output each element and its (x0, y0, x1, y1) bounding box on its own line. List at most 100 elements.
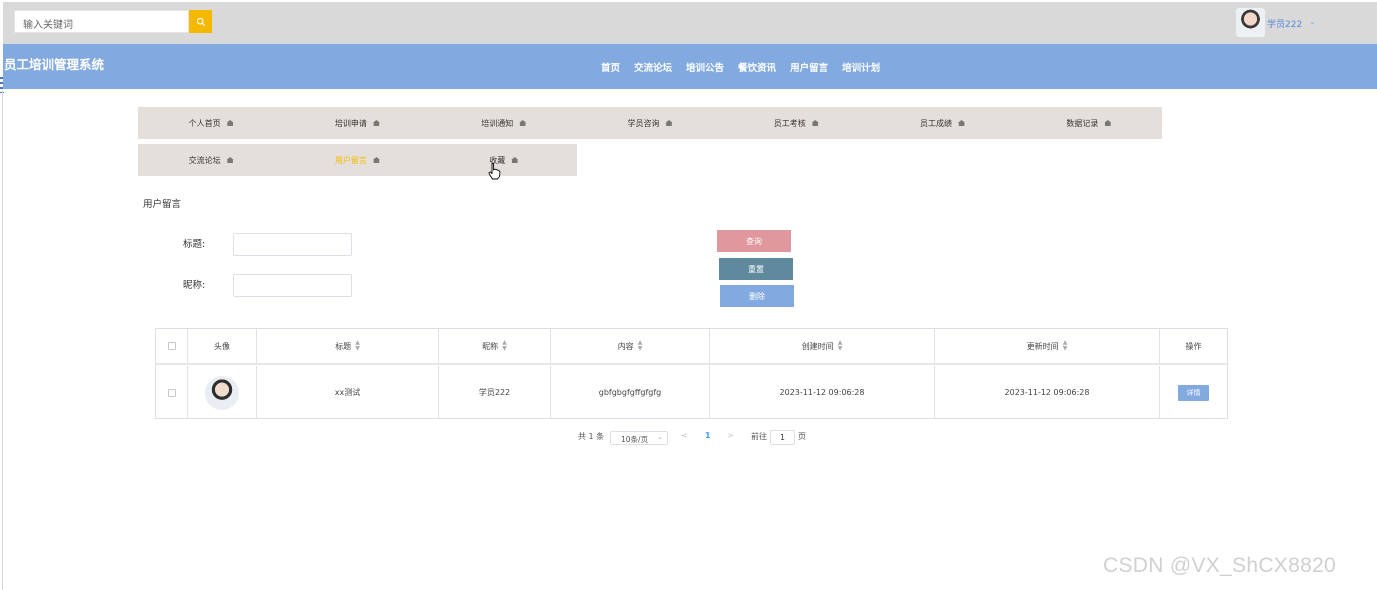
tab-user-messages[interactable]: 用户留言 (284, 144, 430, 176)
home-icon (226, 157, 234, 163)
chevron-down-icon[interactable]: ⌄ (1309, 17, 1316, 26)
row-avatar-cell (188, 366, 257, 419)
home-icon (958, 120, 966, 126)
nickname-label: 昵称: (183, 280, 206, 291)
home-icon (226, 120, 234, 126)
watermark: CSDN @VX_ShCX8820 (1103, 554, 1337, 577)
sort-icon[interactable]: ▲ ▼ (838, 340, 843, 352)
header-avatar: 头像 (188, 329, 257, 363)
nickname-input[interactable] (233, 274, 352, 297)
home-icon (1104, 120, 1112, 126)
tab-favorites[interactable]: 收藏 (431, 144, 577, 176)
nav-item-home[interactable]: 首页 (601, 60, 620, 74)
user-center-tabs-row2: 交流论坛 用户留言 收藏 (138, 144, 577, 176)
header-content[interactable]: 内容 ▲ ▼ (551, 329, 710, 363)
tab-label: 交流论坛 (188, 155, 221, 165)
header-label: 内容 (617, 341, 634, 351)
select-all-checkbox[interactable] (167, 342, 176, 350)
user-center-tabs-row1: 个人首页 培训申请 培训通知 学员咨询 员工考核 员工成绩 数据记录 (138, 107, 1162, 139)
tab-employee-scores[interactable]: 员工成绩 (869, 107, 1015, 139)
home-icon (372, 157, 380, 163)
header-nickname[interactable]: 昵称 ▲ ▼ (439, 329, 551, 363)
table-header-row: 头像 标题 ▲ ▼ 昵称 ▲ ▼ 内容 ▲ ▼ 创建时间 ▲ ▼ 更新时间 ▲ ▼ 操作 (156, 329, 1227, 365)
page-number-current[interactable]: 1 (705, 431, 711, 440)
header-select-cell (156, 329, 188, 363)
tab-forum[interactable]: 交流论坛 (138, 144, 284, 176)
row-select-cell (156, 366, 188, 419)
row-checkbox[interactable] (167, 388, 176, 397)
tab-training-notice[interactable]: 培训通知 (431, 107, 577, 139)
tab-student-inquiry[interactable]: 学员咨询 (577, 107, 723, 139)
header-title[interactable]: 标题 ▲ ▼ (257, 329, 439, 363)
query-button[interactable]: 查询 (717, 230, 791, 252)
row-title: xx测试 (257, 366, 439, 419)
search-icon (196, 17, 205, 26)
home-icon (665, 120, 673, 126)
header-updated-time[interactable]: 更新时间 ▲ ▼ (935, 329, 1160, 363)
avatar (205, 375, 239, 410)
tab-label: 员工成绩 (920, 118, 953, 128)
system-title: 员工培训管理系统 (4, 57, 105, 72)
user-name[interactable]: 学员222 (1267, 17, 1302, 30)
tab-label: 学员咨询 (627, 118, 660, 128)
goto-label: 前往 (751, 432, 767, 441)
page: 输入关键词 学员222 ⌄ 员工培训管理系统 首页 交流论坛 培训公告 餐饮资讯… (0, 0, 1377, 590)
search-input[interactable]: 输入关键词 (14, 10, 189, 33)
sort-icon[interactable]: ▲ ▼ (502, 340, 507, 352)
nav-menu: 首页 交流论坛 培训公告 餐饮资讯 用户留言 培训计划 (601, 60, 880, 74)
search-button[interactable] (189, 10, 212, 33)
nav-item-dining-news[interactable]: 餐饮资讯 (738, 60, 776, 74)
page-size-select[interactable]: 10条/页 ⌄ (610, 431, 668, 445)
row-updated-time: 2023-11-12 09:06:28 (935, 366, 1160, 419)
header-label: 更新时间 (1026, 341, 1059, 351)
goto-page-input[interactable]: 1 (770, 430, 795, 445)
page-size-value: 10条/页 (621, 435, 649, 444)
row-created-time: 2023-11-12 09:06:28 (710, 366, 935, 419)
user-avatar[interactable] (1236, 8, 1265, 37)
title-input[interactable] (233, 233, 352, 256)
left-edge-divider (0, 90, 3, 590)
tab-employee-assessment[interactable]: 员工考核 (723, 107, 869, 139)
row-content: gbfgbgfgffgfgfg (551, 366, 710, 419)
header-label: 头像 (214, 341, 230, 351)
row-nickname: 学员222 (439, 366, 551, 419)
hand-cursor-icon (488, 163, 501, 180)
tab-label: 培训通知 (481, 118, 514, 128)
chevron-down-icon: ⌄ (657, 433, 663, 441)
row-actions: 详情 (1160, 366, 1227, 419)
title-label: 标题: (183, 239, 206, 250)
header-created-time[interactable]: 创建时间 ▲ ▼ (710, 329, 935, 363)
header-label: 标题 (335, 341, 352, 351)
messages-table: 头像 标题 ▲ ▼ 昵称 ▲ ▼ 内容 ▲ ▼ 创建时间 ▲ ▼ 更新时间 ▲ ▼ 操作 xx测试 … (155, 328, 1228, 419)
header-actions: 操作 (1160, 329, 1227, 363)
table-row: xx测试 学员222 gbfgbgfgffgfgfg 2023-11-12 09… (156, 366, 1227, 419)
tab-label: 用户留言 (334, 155, 367, 165)
nav-item-announcement[interactable]: 培训公告 (686, 60, 724, 74)
home-icon (519, 120, 527, 126)
sort-icon[interactable]: ▲ ▼ (638, 340, 643, 352)
home-icon (511, 157, 519, 163)
reset-button[interactable]: 重置 (719, 258, 793, 280)
tab-label: 个人首页 (188, 118, 221, 128)
page-suffix: 页 (798, 432, 806, 441)
prev-page-button[interactable]: < (681, 431, 688, 440)
next-page-button[interactable]: > (727, 431, 734, 440)
sort-icon[interactable]: ▲ ▼ (1063, 340, 1068, 352)
tab-label: 培训申请 (334, 118, 367, 128)
tab-label: 员工考核 (773, 118, 806, 128)
nav-item-forum[interactable]: 交流论坛 (634, 60, 672, 74)
home-icon (811, 120, 819, 126)
tab-data-records[interactable]: 数据记录 (1016, 107, 1162, 139)
header-label: 操作 (1185, 341, 1202, 351)
section-title: 用户留言 (143, 199, 182, 210)
delete-button[interactable]: 删除 (720, 285, 794, 307)
detail-button[interactable]: 详情 (1178, 384, 1209, 401)
nav-item-training-plan[interactable]: 培训计划 (842, 60, 880, 74)
nav-item-messages[interactable]: 用户留言 (790, 60, 828, 74)
header-label: 昵称 (482, 341, 499, 351)
tab-personal-home[interactable]: 个人首页 (138, 107, 284, 139)
tab-training-application[interactable]: 培训申请 (284, 107, 430, 139)
top-bar: 输入关键词 学员222 ⌄ (3, 2, 1377, 44)
pagination-total: 共 1 条 (578, 432, 605, 441)
sort-icon[interactable]: ▲ ▼ (355, 340, 360, 352)
